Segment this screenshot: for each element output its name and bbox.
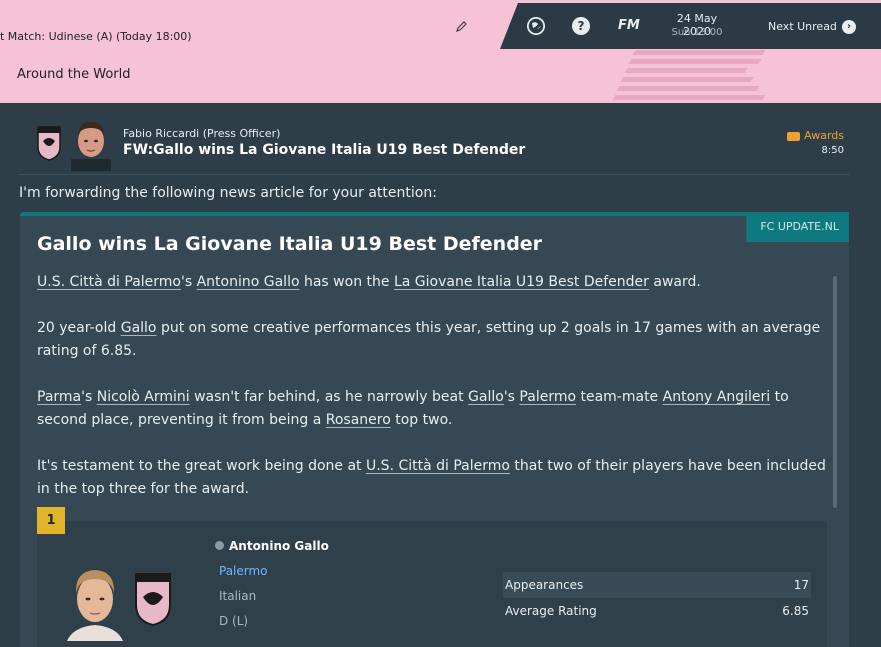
club-link[interactable]: Parma [37, 389, 81, 405]
text: award. [648, 274, 701, 290]
next-unread-button[interactable]: Next Unread [768, 20, 837, 33]
winner-club-link[interactable]: Palermo [219, 564, 268, 578]
club-crest-icon[interactable] [36, 125, 62, 161]
current-time: Sun 13:00 [671, 27, 723, 38]
inbox-message-panel: Fabio Riccardi (Press Officer) FW:Gallo … [0, 103, 881, 647]
help-icon[interactable]: ? [572, 17, 590, 35]
stat-value: 6.85 [782, 604, 809, 618]
stat-row: Average Rating 6.85 [503, 598, 811, 624]
section-title: Around the World [17, 67, 131, 82]
player-link[interactable]: Antony Angileri [663, 389, 771, 405]
top-navigation: ? FM 24 May 2020 Sun 13:00 Next Unread › [500, 3, 881, 49]
winner-name[interactable]: Antonino Gallo [215, 539, 329, 553]
decorative-stripes [612, 50, 774, 105]
player-link[interactable]: Gallo [121, 320, 157, 336]
text: 's [503, 389, 520, 405]
press-officer-avatar[interactable] [71, 119, 111, 171]
chevron-right-icon[interactable]: › [842, 20, 856, 34]
message-category-label: Awards [804, 129, 844, 142]
edit-pencil-icon[interactable] [456, 20, 470, 34]
article-headline: Gallo wins La Giovane Italia U19 Best De… [37, 233, 543, 255]
text: has won the [299, 274, 394, 290]
player-link[interactable]: Gallo [468, 389, 504, 405]
stat-value: 17 [793, 578, 809, 592]
text: 's [181, 274, 197, 290]
text: team-mate [576, 389, 663, 405]
message-category-badge[interactable]: Awards [787, 129, 844, 142]
article-paragraph: 20 year-old Gallo put on some creative p… [37, 317, 827, 363]
player-link[interactable]: Antonino Gallo [197, 274, 300, 290]
news-source-badge: FC UPDATE.NL [746, 212, 849, 242]
text: 's [81, 389, 97, 405]
player-avatar[interactable] [63, 561, 127, 641]
player-link[interactable]: Nicolò Armini [97, 389, 190, 405]
stat-label: Appearances [505, 578, 584, 592]
club-crest-icon[interactable] [133, 571, 173, 627]
stat-row: Appearances 17 [503, 572, 811, 598]
article-paragraph: Parma's Nicolò Armini wasn't far behind,… [37, 386, 827, 432]
article-scrollbar[interactable] [833, 276, 837, 508]
award-link[interactable]: La Giovane Italia U19 Best Defender [394, 274, 649, 290]
winner-nationality: Italian [219, 589, 257, 603]
rank-badge: 1 [37, 507, 65, 534]
next-match-label[interactable]: t Match: Udinese (A) (Today 18:00) [0, 30, 192, 43]
text: 20 year-old [37, 320, 121, 336]
club-link[interactable]: U.S. Città di Palermo [37, 274, 181, 290]
message-intro: I'm forwarding the following news articl… [19, 185, 437, 201]
stat-label: Average Rating [505, 604, 597, 618]
text: wasn't far behind, as he narrowly beat [189, 389, 469, 405]
message-header: Fabio Riccardi (Press Officer) FW:Gallo … [19, 117, 850, 175]
fm-logo[interactable]: FM [618, 18, 640, 33]
winner-position: D (L) [219, 614, 249, 628]
tag-icon [787, 131, 801, 141]
text: It's testament to the great work being d… [37, 458, 366, 474]
winner-card: Antonino Gallo Palermo Italian D (L) App… [37, 521, 827, 647]
text: top two. [390, 412, 453, 428]
club-link[interactable]: Palermo [519, 389, 576, 405]
message-subject: FW:Gallo wins La Giovane Italia U19 Best… [123, 142, 526, 158]
article-paragraph: It's testament to the great work being d… [37, 455, 827, 501]
message-sender[interactable]: Fabio Riccardi (Press Officer) [123, 127, 280, 140]
news-article-card: FC UPDATE.NL Gallo wins La Giovane Itali… [20, 212, 849, 647]
info-icon[interactable] [215, 541, 224, 550]
article-paragraph: U.S. Città di Palermo's Antonino Gallo h… [37, 271, 827, 294]
article-body: U.S. Città di Palermo's Antonino Gallo h… [37, 271, 827, 524]
winner-stats-table: Appearances 17 Average Rating 6.85 [503, 572, 811, 624]
club-nickname-link[interactable]: Rosanero [326, 412, 391, 428]
club-link[interactable]: U.S. Città di Palermo [366, 458, 510, 474]
winner-name-label: Antonino Gallo [229, 539, 329, 553]
message-time: 8:50 [821, 145, 844, 156]
globe-icon[interactable] [527, 17, 545, 35]
